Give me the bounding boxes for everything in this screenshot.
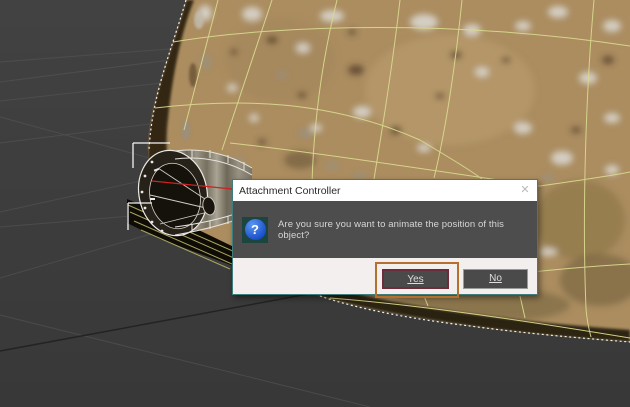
dialog-message: Are you sure you want to animate the pos… — [278, 218, 505, 241]
close-icon[interactable]: ✕ — [517, 180, 533, 201]
viewport-grid-dark-line — [0, 289, 331, 352]
dialog-body: ? Are you sure you want to animate the p… — [233, 201, 537, 258]
3d-viewport[interactable]: Attachment Controller ✕ ? Are you sure y… — [0, 0, 630, 407]
question-icon-tile: ? — [242, 216, 268, 243]
attachment-controller-dialog: Attachment Controller ✕ ? Are you sure y… — [232, 179, 538, 298]
dialog-footer: Yes No — [233, 258, 537, 298]
dialog-titlebar[interactable]: Attachment Controller ✕ — [233, 180, 537, 201]
yes-button[interactable]: Yes — [382, 269, 449, 289]
question-icon: ? — [244, 219, 266, 240]
no-button[interactable]: No — [463, 269, 528, 289]
dialog-title: Attachment Controller — [239, 184, 341, 197]
